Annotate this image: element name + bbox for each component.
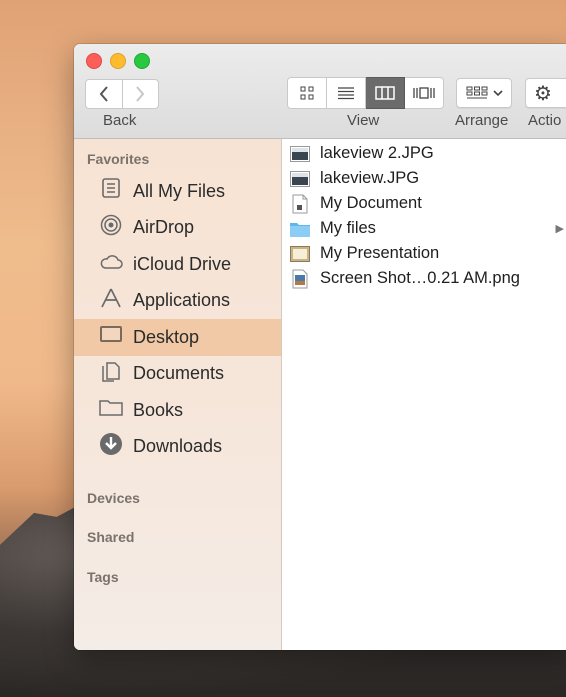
arrange-label: Arrange	[455, 112, 509, 129]
view-mode-control	[287, 77, 444, 109]
column-view-button[interactable]	[366, 77, 405, 109]
chevron-left-icon	[99, 86, 108, 102]
chevron-down-icon	[492, 90, 503, 97]
file-item[interactable]: lakeview 2.JPG	[282, 141, 566, 166]
view-label: View	[347, 112, 380, 129]
list-view-button[interactable]	[327, 77, 366, 109]
icon-view-button[interactable]	[287, 77, 327, 109]
file-name: My Presentation	[320, 244, 440, 262]
columns-icon	[375, 86, 395, 100]
cover-flow-button[interactable]	[405, 77, 444, 109]
sidebar-item-label: iCloud Drive	[133, 253, 232, 274]
png-file-icon	[290, 269, 310, 288]
sidebar-item-label: All My Files	[133, 180, 226, 201]
downloads-icon	[98, 432, 124, 462]
action-button[interactable]: ⚙	[525, 78, 566, 108]
sidebar-item-airdrop[interactable]: AirDrop	[74, 210, 281, 247]
file-column: lakeview 2.JPG lakeview.JPG My Document …	[282, 139, 566, 650]
document-file-icon	[290, 194, 310, 213]
devices-header[interactable]: Devices	[74, 488, 281, 508]
icon-grid-icon	[300, 86, 314, 100]
close-button[interactable]	[86, 53, 102, 69]
sidebar: Favorites All My Files AirDrop iCloud Dr…	[74, 139, 282, 650]
sidebar-item-label: Documents	[133, 363, 225, 384]
sidebar-item-label: Downloads	[133, 436, 223, 457]
action-label: Actio	[528, 112, 562, 129]
arrange-grid-icon	[466, 86, 487, 99]
tags-header[interactable]: Tags	[74, 567, 281, 587]
favorites-header: Favorites	[87, 151, 150, 167]
file-item[interactable]: My Document	[282, 191, 566, 216]
chevron-right-icon	[136, 86, 145, 102]
file-name: My files	[320, 219, 376, 237]
cloud-icon	[98, 253, 124, 276]
navigation-buttons	[85, 79, 159, 109]
sidebar-item-label: Desktop	[133, 326, 200, 347]
sidebar-item-downloads[interactable]: Downloads	[74, 429, 281, 466]
minimize-button[interactable]	[110, 53, 126, 69]
sidebar-item-desktop[interactable]: Desktop	[74, 319, 281, 356]
file-name: lakeview.JPG	[320, 169, 420, 187]
sidebar-item-applications[interactable]: Applications	[74, 283, 281, 320]
cover-flow-icon	[413, 87, 435, 99]
toolbar: Back View Arrange ⚙ Actio	[74, 44, 566, 139]
airdrop-icon	[98, 214, 124, 242]
list-icon	[338, 87, 354, 100]
applications-icon	[98, 287, 124, 315]
file-item[interactable]: My files ▶	[282, 216, 566, 241]
image-file-icon	[290, 170, 310, 188]
back-label: Back	[103, 112, 137, 129]
arrange-button[interactable]	[456, 78, 512, 108]
file-name: lakeview 2.JPG	[320, 144, 434, 162]
folder-icon	[98, 398, 124, 422]
all-files-icon	[98, 177, 124, 205]
sidebar-item-documents[interactable]: Documents	[74, 356, 281, 393]
documents-icon	[98, 360, 124, 388]
shared-header[interactable]: Shared	[74, 527, 281, 547]
file-name: Screen Shot…0.21 AM.png	[320, 269, 520, 287]
zoom-button[interactable]	[134, 53, 150, 69]
image-file-icon	[290, 145, 310, 163]
window-controls	[86, 53, 150, 69]
sidebar-item-label: Applications	[133, 290, 231, 311]
folder-icon	[290, 220, 310, 238]
disclosure-arrow-icon: ▶	[555, 223, 564, 235]
file-name: My Document	[320, 194, 422, 212]
file-item[interactable]: lakeview.JPG	[282, 166, 566, 191]
forward-button[interactable]	[122, 79, 159, 109]
finder-window: Back View Arrange ⚙ Actio Favorites All …	[74, 44, 566, 650]
desktop-icon	[98, 325, 124, 349]
gear-icon: ⚙	[534, 82, 552, 105]
presentation-file-icon	[290, 245, 310, 263]
sidebar-item-label: AirDrop	[133, 217, 195, 238]
sidebar-item-books[interactable]: Books	[74, 392, 281, 429]
file-item[interactable]: My Presentation	[282, 241, 566, 266]
back-button[interactable]	[85, 79, 123, 109]
file-item[interactable]: Screen Shot…0.21 AM.png	[282, 266, 566, 291]
sidebar-item-icloud-drive[interactable]: iCloud Drive	[74, 246, 281, 283]
sidebar-item-label: Books	[133, 399, 184, 420]
sidebar-item-all-my-files[interactable]: All My Files	[74, 173, 281, 210]
